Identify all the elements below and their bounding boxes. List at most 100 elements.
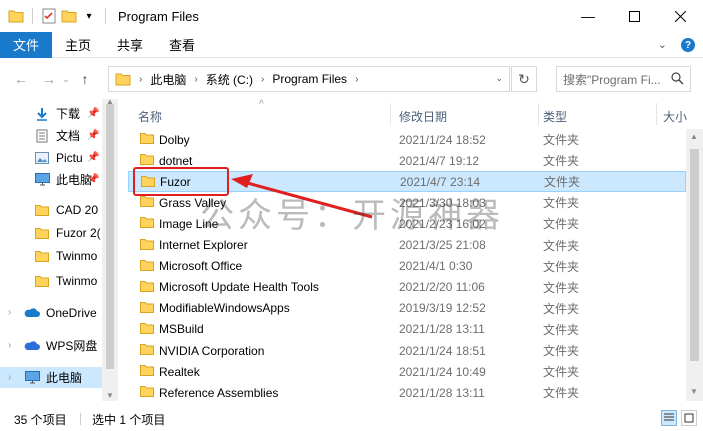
- breadcrumb-drive-c[interactable]: 系统 (C:): [206, 71, 253, 88]
- file-date: 2021/2/20 11:06: [399, 280, 485, 295]
- table-row[interactable]: Dolby 2021/1/24 18:52 文件夹: [128, 129, 686, 150]
- wps-cloud-icon: [24, 338, 40, 354]
- column-date-modified[interactable]: 修改日期: [399, 105, 447, 127]
- column-type[interactable]: 类型: [543, 105, 567, 127]
- recent-locations-button[interactable]: ⌄: [60, 68, 72, 90]
- separator: [80, 413, 81, 425]
- file-name: Microsoft Update Health Tools: [159, 280, 319, 295]
- chevron-right-icon[interactable]: ›: [355, 74, 358, 85]
- nav-item-twinmotion-2[interactable]: Twinmo: [0, 270, 118, 291]
- nav-item-cad[interactable]: CAD 20: [0, 199, 118, 220]
- file-date: 2021/1/24 18:51: [399, 343, 486, 358]
- nav-item-fuzor[interactable]: Fuzor 2(: [0, 222, 118, 243]
- back-button[interactable]: ←: [10, 68, 32, 90]
- chevron-right-icon[interactable]: ›: [261, 74, 264, 85]
- maximize-button[interactable]: [611, 0, 657, 32]
- pin-icon: 📌: [87, 108, 100, 119]
- properties-icon[interactable]: [41, 8, 57, 24]
- chevron-right-icon[interactable]: ›: [139, 74, 142, 85]
- file-type: 文件夹: [543, 196, 580, 211]
- nav-item-downloads[interactable]: 下载 📌: [0, 103, 118, 124]
- tab-home[interactable]: 主页: [52, 32, 104, 58]
- scroll-up-icon[interactable]: ▲: [690, 132, 698, 141]
- separator: [32, 8, 33, 24]
- table-row[interactable]: NVIDIA Corporation 2021/1/24 18:51 文件夹: [128, 340, 686, 361]
- chevron-right-icon[interactable]: ›: [8, 307, 11, 318]
- nav-item-onedrive[interactable]: › OneDrive: [0, 302, 118, 323]
- details-view-button[interactable]: [661, 410, 677, 426]
- scroll-down-icon[interactable]: ▼: [106, 391, 114, 400]
- file-name: NVIDIA Corporation: [159, 343, 265, 358]
- up-button[interactable]: ↑: [74, 68, 96, 90]
- nav-item-label: OneDrive: [46, 305, 97, 320]
- column-divider[interactable]: [656, 103, 657, 125]
- forward-button[interactable]: →: [38, 68, 60, 90]
- chevron-right-icon[interactable]: ›: [194, 74, 197, 85]
- column-name[interactable]: 名称: [138, 105, 162, 127]
- tab-view[interactable]: 查看: [156, 32, 208, 58]
- nav-item-twinmotion-1[interactable]: Twinmo: [0, 245, 118, 266]
- file-list-scrollbar[interactable]: ▲ ▼: [686, 129, 703, 401]
- search-input[interactable]: 搜索"Program Fi...: [556, 66, 691, 92]
- file-type: 文件夹: [543, 322, 580, 337]
- chevron-right-icon[interactable]: ›: [8, 340, 11, 351]
- column-size[interactable]: 大小: [663, 105, 687, 127]
- ribbon-right-controls: ⌄ ?: [658, 38, 695, 52]
- folder-icon: [34, 202, 50, 218]
- file-type: 文件夹: [543, 344, 580, 358]
- file-name: Microsoft Office: [159, 259, 243, 274]
- customize-toolbar-icon[interactable]: ▾: [81, 8, 97, 24]
- nav-item-documents[interactable]: 文档 📌: [0, 125, 118, 146]
- breadcrumb-this-pc[interactable]: 此电脑: [150, 71, 186, 88]
- address-bar[interactable]: › 此电脑 › 系统 (C:) › Program Files › ⌄: [108, 66, 510, 92]
- table-row[interactable]: Reference Assemblies 2021/1/28 13:11 文件夹: [128, 382, 686, 401]
- folder-icon: [140, 280, 154, 294]
- table-row[interactable]: Internet Explorer 2021/3/25 21:08 文件夹: [128, 235, 686, 256]
- file-type: 文件夹: [543, 386, 580, 401]
- search-placeholder: 搜索"Program Fi...: [563, 72, 661, 87]
- file-type: 文件夹: [544, 175, 581, 190]
- refresh-button[interactable]: ↻: [511, 66, 537, 92]
- new-folder-icon[interactable]: [61, 8, 77, 24]
- title-bar: ▾ Program Files —: [0, 0, 703, 32]
- nav-pane-scrollbar[interactable]: ▲ ▼: [102, 99, 118, 401]
- file-date: 2021/4/7 23:14: [400, 174, 481, 189]
- folder-icon: [140, 153, 154, 167]
- nav-item-wps-cloud[interactable]: › WPS网盘: [0, 335, 118, 356]
- file-date: 2021/1/28 13:11: [399, 385, 485, 400]
- large-icons-view-button[interactable]: [681, 410, 697, 426]
- minimize-button[interactable]: —: [565, 0, 611, 32]
- file-type: 文件夹: [543, 133, 580, 147]
- table-row[interactable]: MSBuild 2021/1/28 13:11 文件夹: [128, 319, 686, 340]
- tab-file[interactable]: 文件: [0, 31, 53, 58]
- table-row[interactable]: ModifiableWindowsApps 2019/3/19 12:52 文件夹: [128, 298, 686, 319]
- table-row[interactable]: Realtek 2021/1/24 10:49 文件夹: [128, 361, 686, 382]
- computer-icon: [24, 370, 40, 386]
- help-icon[interactable]: ?: [681, 38, 695, 52]
- nav-item-this-pc[interactable]: › 此电脑: [0, 367, 102, 388]
- navigation-pane: 下载 📌 文档 📌 Pictu 📌 此电脑 📌 CAD 20 Fuzor 2(: [0, 99, 118, 401]
- scrollbar-thumb[interactable]: [106, 104, 114, 369]
- chevron-right-icon[interactable]: ›: [8, 372, 11, 383]
- breadcrumb-program-files[interactable]: Program Files: [272, 72, 347, 86]
- nav-item-this-pc-quick[interactable]: 此电脑 📌: [0, 169, 118, 190]
- address-dropdown-icon[interactable]: ⌄: [495, 73, 503, 84]
- scrollbar-thumb[interactable]: [690, 149, 699, 361]
- column-divider[interactable]: [390, 103, 391, 125]
- search-icon[interactable]: [671, 72, 684, 88]
- folder-icon: [8, 8, 24, 24]
- table-row[interactable]: Microsoft Update Health Tools 2021/2/20 1…: [128, 277, 686, 298]
- close-button[interactable]: [657, 0, 703, 32]
- pin-icon: 📌: [87, 174, 100, 185]
- item-count: 35 个项目: [14, 413, 67, 427]
- expand-ribbon-icon[interactable]: ⌄: [658, 38, 667, 52]
- scroll-down-icon[interactable]: ▼: [690, 387, 698, 396]
- tab-share[interactable]: 共享: [104, 32, 156, 58]
- folder-icon: [140, 343, 154, 357]
- folder-icon: [140, 238, 154, 252]
- column-divider[interactable]: [538, 103, 539, 125]
- table-row[interactable]: Microsoft Office 2021/4/1 0:30 文件夹: [128, 256, 686, 277]
- file-date: 2021/1/24 18:52: [399, 132, 486, 147]
- nav-item-pictures[interactable]: Pictu 📌: [0, 147, 118, 168]
- file-date: 2021/4/1 0:30: [399, 259, 473, 274]
